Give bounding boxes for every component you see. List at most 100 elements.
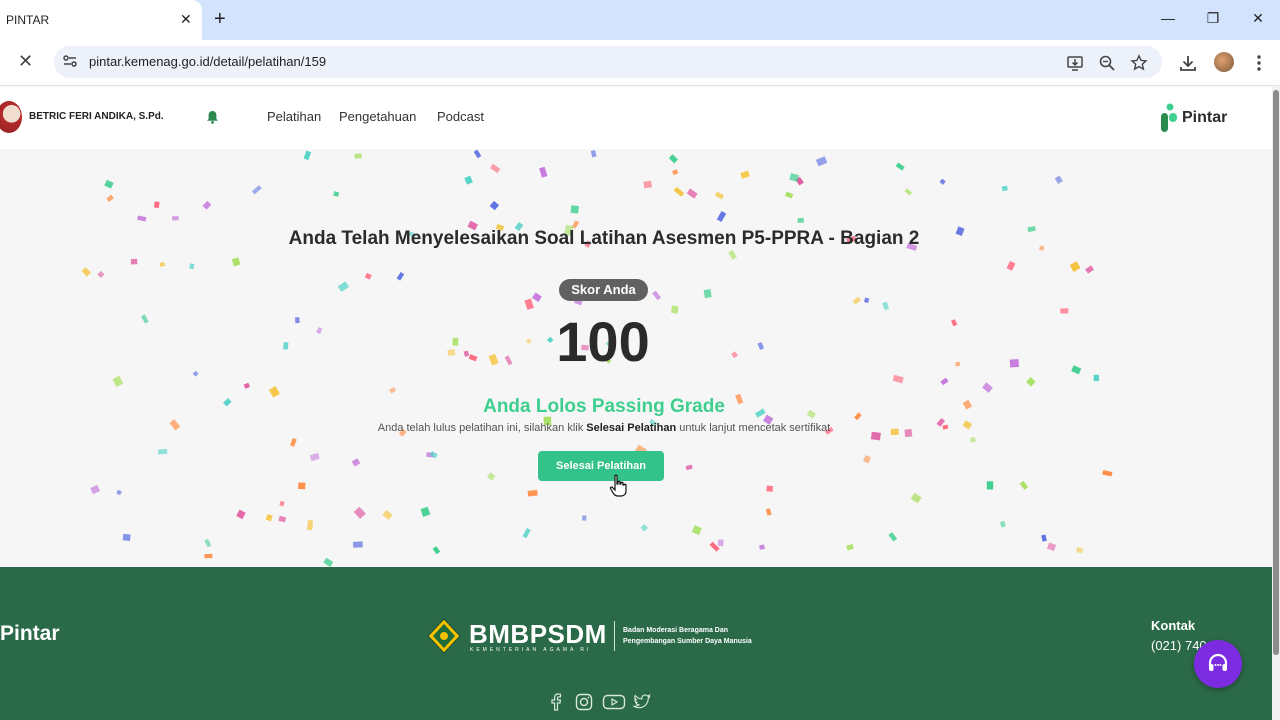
confetti-piece	[728, 249, 737, 260]
stop-loading-icon[interactable]: ✕	[18, 51, 33, 72]
bell-icon[interactable]	[206, 110, 219, 124]
confetti-piece	[112, 375, 124, 387]
confetti-piece	[122, 533, 131, 541]
download-icon[interactable]	[1178, 53, 1198, 73]
tab-title: PINTAR	[6, 13, 50, 27]
nav-pelatihan[interactable]: Pelatihan	[267, 109, 321, 124]
confetti-piece	[189, 263, 195, 270]
confetti-piece	[298, 482, 306, 490]
browser-tab[interactable]: PINTAR ✕	[0, 0, 202, 40]
user-avatar[interactable]	[0, 101, 22, 133]
info-text-end: untuk lanjut mencetak sertifikat	[676, 422, 831, 434]
confetti-piece	[815, 156, 828, 167]
confetti-piece	[785, 191, 794, 199]
confetti-piece	[797, 217, 804, 223]
cursor-icon	[609, 474, 627, 497]
facebook-icon[interactable]	[546, 692, 566, 712]
confetti-piece	[323, 557, 334, 567]
instagram-icon[interactable]	[574, 692, 594, 712]
confetti-piece	[490, 163, 501, 174]
address-bar[interactable]: pintar.kemenag.go.id/detail/pelatihan/15…	[54, 46, 1162, 78]
confetti-piece	[581, 515, 587, 521]
confetti-piece	[643, 180, 652, 189]
confetti-piece	[432, 546, 441, 555]
install-icon[interactable]	[1066, 54, 1084, 72]
confetti-piece	[986, 481, 994, 490]
confetti-piece	[686, 188, 698, 199]
confetti-piece	[715, 191, 725, 200]
confetti-piece	[159, 262, 165, 267]
confetti-piece	[137, 215, 147, 222]
confetti-piece	[307, 520, 314, 531]
confetti-piece	[910, 492, 922, 504]
confetti-piece	[1001, 185, 1008, 192]
confetti-piece	[789, 173, 800, 182]
headset-icon	[1208, 653, 1228, 671]
confetti-piece	[982, 382, 993, 393]
twitter-icon[interactable]	[632, 692, 652, 712]
confetti-piece	[81, 267, 91, 277]
confetti-piece	[382, 509, 393, 520]
nav-podcast[interactable]: Podcast	[437, 109, 484, 124]
confetti-piece	[759, 544, 765, 550]
finish-training-button[interactable]: Selesai Pelatihan	[538, 451, 664, 481]
minimize-icon[interactable]: —	[1158, 10, 1178, 26]
support-chat-button[interactable]	[1194, 640, 1242, 688]
confetti-piece	[1102, 470, 1113, 477]
info-text-start: Anda telah lulus pelatihan ini, silahkan…	[377, 422, 587, 434]
scrollbar-thumb[interactable]	[1273, 90, 1279, 655]
confetti-piece	[464, 175, 473, 185]
confetti-piece	[892, 374, 904, 384]
confetti-piece	[153, 201, 160, 209]
confetti-piece	[685, 464, 693, 471]
confetti-piece	[1006, 260, 1016, 271]
confetti-piece	[204, 538, 212, 548]
window-close-icon[interactable]: ✕	[1248, 10, 1268, 27]
zoom-icon[interactable]	[1098, 54, 1116, 72]
browser-tab-bar: PINTAR ✕ + — ❐ ✕	[0, 0, 1280, 40]
org-name: BMBPSDM	[469, 619, 607, 649]
restore-icon[interactable]: ❐	[1203, 10, 1223, 27]
confetti-piece	[473, 149, 482, 159]
menu-icon[interactable]	[1249, 53, 1269, 73]
org-divider	[614, 621, 615, 651]
confetti-piece	[691, 525, 702, 536]
site-footer: Pintar BMBPSDM KEMENTERIAN AGAMA RI Bada…	[0, 567, 1272, 720]
confetti-piece	[353, 506, 366, 519]
confetti-piece	[116, 489, 122, 496]
confetti-piece	[1085, 265, 1094, 274]
confetti-piece	[353, 541, 363, 548]
profile-avatar[interactable]	[1214, 52, 1234, 72]
user-name[interactable]: BETRIC FERI ANDIKA, S.Pd.	[29, 111, 164, 122]
confetti-piece	[251, 185, 262, 195]
confetti-piece	[863, 455, 871, 464]
confetti-piece	[716, 211, 727, 223]
confetti-piece	[429, 451, 438, 459]
confetti-piece	[672, 169, 679, 176]
confetti-piece	[351, 458, 361, 467]
confetti-piece	[389, 387, 397, 394]
confetti-piece	[130, 258, 138, 265]
nav-pengetahuan[interactable]: Pengetahuan	[339, 109, 416, 124]
star-icon[interactable]	[1130, 54, 1148, 72]
kemenag-emblem-icon	[427, 618, 461, 654]
confetti-piece	[888, 532, 898, 542]
youtube-icon[interactable]	[602, 692, 626, 712]
confetti-piece	[895, 162, 905, 171]
confetti-piece	[846, 543, 854, 551]
confetti-piece	[172, 216, 179, 221]
confetti-piece	[1026, 377, 1036, 387]
confetti-piece	[1046, 542, 1057, 552]
confetti-piece	[590, 150, 597, 158]
brand-name: Pintar	[1182, 109, 1228, 126]
confetti-piece	[104, 179, 114, 189]
site-info-icon[interactable]	[62, 53, 78, 69]
org-subtitle: KEMENTERIAN AGAMA RI	[470, 647, 592, 653]
confetti-piece	[420, 506, 431, 517]
tab-close-icon[interactable]: ✕	[180, 11, 192, 28]
confetti-piece	[999, 520, 1006, 528]
confetti-piece	[640, 524, 649, 532]
confetti-piece	[202, 200, 212, 210]
confetti-piece	[522, 527, 531, 539]
new-tab-button[interactable]: +	[214, 8, 226, 31]
